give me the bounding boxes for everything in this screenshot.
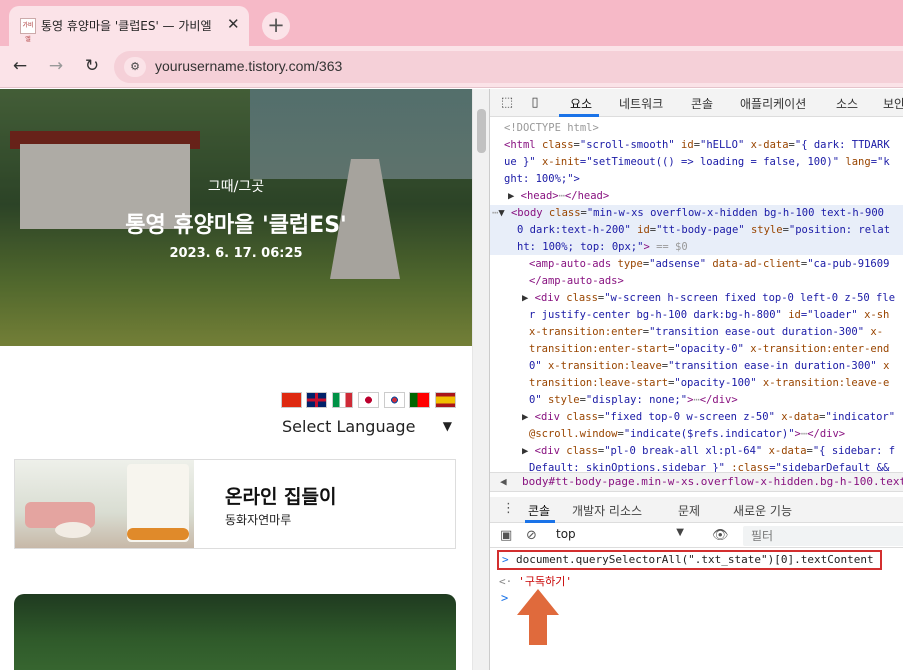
dom-line[interactable]: r justify-center bg-h-100 dark:bg-h-800"… [529, 307, 889, 324]
ad-cta [127, 528, 189, 540]
console-command-line[interactable]: > document.querySelectorAll(".txt_state"… [497, 550, 882, 570]
dom-line[interactable]: ▶ <div class="pl-0 break-all xl:pl-64" x… [522, 443, 895, 460]
drawer-menu-icon[interactable]: ⋮ [502, 501, 515, 516]
portugal-flag-icon[interactable] [409, 392, 430, 408]
spain-flag-icon[interactable] [435, 392, 456, 408]
dom-line[interactable]: ▶ <div class="fixed top-0 w-screen z-50"… [522, 409, 895, 426]
forward-arrow-icon[interactable]: → [45, 55, 67, 77]
clear-console-icon[interactable]: ⊘ [526, 528, 537, 543]
drawer-tab-developer-resources[interactable]: 개발자 리소스 [572, 502, 642, 519]
uk-flag-icon[interactable] [306, 392, 327, 408]
elements-tree: <!DOCTYPE html> <html class="scroll-smoo… [490, 118, 903, 474]
ad-subtitle: 동화자연마루 [225, 513, 292, 527]
korea-flag-icon[interactable] [384, 392, 405, 408]
console-prompt-icon[interactable]: > [501, 591, 508, 605]
drawer-tab-whats-new[interactable]: 새로운 기능 [733, 502, 792, 519]
active-tab-indicator [559, 114, 599, 117]
tab-elements[interactable]: 요소 [570, 95, 592, 112]
dom-line[interactable]: 0" style="display: none;">⋯</div> [529, 392, 738, 409]
breadcrumb-left-icon[interactable]: ◀ [500, 475, 507, 488]
post-date: 2023. 6. 17. 06:25 [169, 246, 303, 261]
next-post-card[interactable] [14, 594, 456, 670]
blog-page: 그때/그곳 통영 휴양마을 '클럽ES' 2023. 6. 17. 06:25 … [0, 89, 472, 670]
devtools-panel: ⬚ ▯ 요소 네트워크 콘솔 애플리케이션 소스 보안 <!DOCTYPE ht… [489, 89, 903, 670]
language-select[interactable]: Select Language ▼ [282, 417, 454, 439]
dom-line[interactable]: x-transition:enter="transition ease-out … [529, 324, 883, 341]
address-bar[interactable]: ⚙ yourusername.tistory.com/363 [114, 51, 903, 83]
language-select-label: Select Language [282, 417, 416, 436]
console-command: document.querySelectorAll(".txt_state")[… [516, 553, 874, 566]
dom-line[interactable]: transition:leave-start="opacity-100" x-t… [529, 375, 889, 392]
sidebar-toggle-icon[interactable]: ▣ [500, 528, 512, 543]
dom-line[interactable]: @scroll.window="indicate($refs.indicator… [529, 426, 845, 443]
dom-line[interactable]: 0 dark:text-h-200" id="tt-body-page" sty… [517, 222, 890, 239]
annotation-up-arrow-icon [517, 589, 559, 645]
tab-network[interactable]: 네트워크 [619, 95, 663, 112]
drawer-tabs: ⋮ 콘솔 개발자 리소스 문제 새로운 기능 [490, 497, 903, 523]
ad-card[interactable]: 온라인 집들이 동화자연마루 [14, 459, 456, 549]
breadcrumb[interactable]: ◀ body#tt-body-page.min-w-xs.overflow-x-… [490, 472, 903, 492]
close-tab-icon[interactable]: ✕ [227, 15, 240, 33]
dom-line[interactable]: <!DOCTYPE html> [504, 120, 599, 137]
post-category[interactable]: 그때/그곳 [0, 176, 472, 196]
dom-line[interactable]: </amp-auto-ads> [529, 273, 624, 290]
tab-application[interactable]: 애플리케이션 [740, 95, 806, 112]
ad-title[interactable]: 온라인 집들이 [225, 482, 337, 509]
post-title: 통영 휴양마을 '클럽ES' [125, 213, 347, 238]
filter-input[interactable]: 필터 [743, 526, 903, 546]
page-scrollbar[interactable] [472, 89, 489, 670]
blog-favicon-icon: 가비엘 [20, 18, 36, 43]
devtools-tabs: ⬚ ▯ 요소 네트워크 콘솔 애플리케이션 소스 보안 [490, 89, 903, 117]
prompt-chevron-icon: > [502, 553, 509, 566]
dom-line[interactable]: ght: 100%;"> [504, 171, 580, 188]
new-tab-button[interactable]: + [262, 12, 290, 40]
dom-line[interactable]: ▶ <div class="w-screen h-screen fixed to… [522, 290, 895, 307]
drawer-active-indicator [525, 520, 555, 523]
chevron-down-icon: ▼ [676, 527, 684, 538]
device-toolbar-icon[interactable]: ▯ [526, 95, 544, 111]
back-arrow-icon[interactable]: ← [9, 55, 31, 77]
tab-title: 통영 휴양마을 '클럽ES' — 가비엘 [41, 19, 212, 33]
tab-strip: 가비엘 통영 휴양마을 '클럽ES' — 가비엘 ✕ + [0, 0, 903, 46]
ad-thumbnail [15, 460, 194, 548]
breadcrumb-text[interactable]: body#tt-body-page.min-w-xs.overflow-x-hi… [522, 475, 903, 488]
tab-console[interactable]: 콘솔 [691, 95, 713, 112]
dom-line[interactable]: <amp-auto-ads type="adsense" data-ad-cli… [529, 256, 889, 273]
page-scrollbar-thumb[interactable] [477, 109, 486, 153]
drawer-tab-console[interactable]: 콘솔 [528, 502, 550, 519]
context-select-value: top [556, 527, 576, 541]
tab-sources[interactable]: 소스 [836, 95, 858, 112]
china-flag-icon[interactable] [281, 392, 302, 408]
browser-toolbar: ← → ↻ ⚙ yourusername.tistory.com/363 [0, 46, 903, 88]
dom-line[interactable]: ▶ <head>⋯</head> [508, 188, 609, 205]
inspect-element-icon[interactable]: ⬚ [498, 95, 516, 111]
ad-table [55, 522, 91, 538]
url-text[interactable]: yourusername.tistory.com/363 [155, 58, 342, 74]
site-info-icon[interactable]: ⚙ [124, 57, 146, 77]
drawer-tab-issues[interactable]: 문제 [678, 502, 700, 519]
browser-tab[interactable]: 가비엘 통영 휴양마을 '클럽ES' — 가비엘 ✕ [9, 6, 249, 46]
console-toolbar: ▣ ⊘ top ▼ 👁 필터 [490, 524, 903, 548]
hero-image: 그때/그곳 통영 휴양마을 '클럽ES' 2023. 6. 17. 06:25 [0, 89, 472, 346]
italy-flag-icon[interactable] [332, 392, 353, 408]
dom-line[interactable]: transition:enter-start="opacity-0" x-tra… [529, 341, 889, 358]
result-arrow-icon: <· [499, 575, 513, 588]
chevron-down-icon: ▼ [442, 419, 452, 433]
japan-flag-icon[interactable] [358, 392, 379, 408]
dom-line[interactable]: 0" x-transition:leave="transition ease-i… [529, 358, 889, 375]
eye-icon[interactable]: 👁 [712, 528, 729, 543]
dom-line[interactable]: ue }" x-init="setTimeout(() => loading =… [504, 154, 890, 171]
tab-security[interactable]: 보안 [883, 95, 903, 112]
dom-line[interactable]: ⋯▼ <body class="min-w-xs overflow-x-hidd… [492, 205, 884, 222]
reload-icon[interactable]: ↻ [81, 55, 103, 77]
dom-line[interactable]: ht: 100%; top: 0px;"> == $0 [517, 239, 688, 256]
context-select[interactable]: top ▼ [556, 527, 688, 545]
dom-line[interactable]: <html class="scroll-smooth" id="hELLO" x… [504, 137, 890, 154]
